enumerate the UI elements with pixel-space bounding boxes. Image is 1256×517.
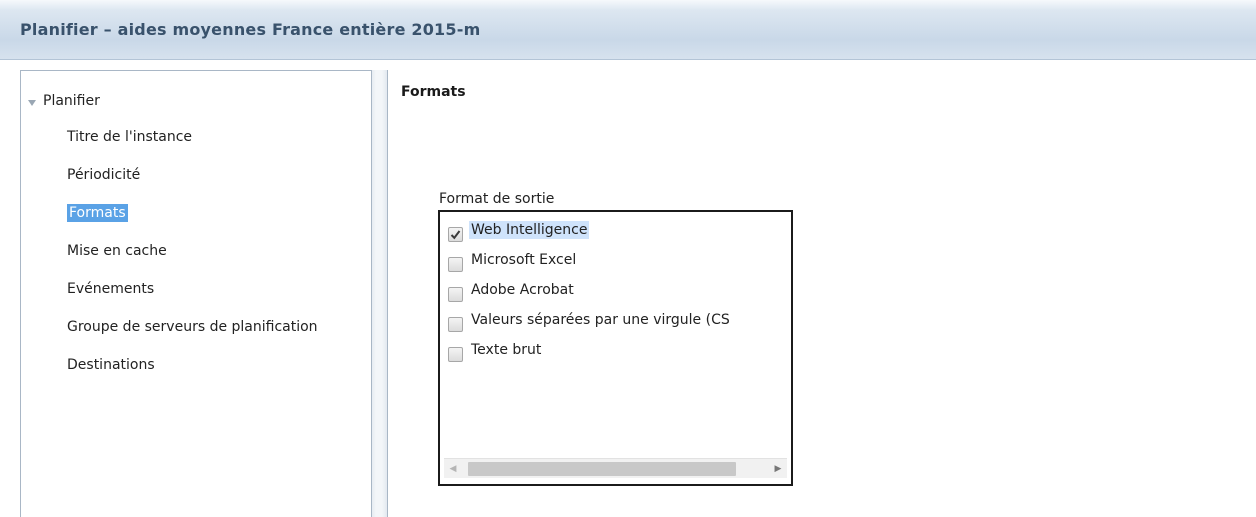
panel-splitter[interactable] bbox=[372, 70, 388, 517]
scroll-left-arrow-icon[interactable]: ◀ bbox=[444, 459, 462, 479]
tree-root-planifier[interactable]: Planifier bbox=[27, 91, 100, 111]
microsoft-excel-checkbox[interactable] bbox=[448, 257, 463, 272]
tree-item-list: Titre de l'instance Périodicité Formats … bbox=[67, 128, 318, 394]
adobe-acrobat-checkbox[interactable] bbox=[448, 287, 463, 302]
sidebar-item-mise-en-cache[interactable]: Mise en cache bbox=[67, 242, 318, 261]
sidebar-item-formats[interactable]: Formats bbox=[67, 204, 318, 223]
format-option-label: Adobe Acrobat bbox=[471, 282, 574, 298]
sidebar-item-label: Titre de l'instance bbox=[67, 129, 193, 145]
format-option-csv[interactable]: Valeurs séparées par une virgule (CS bbox=[448, 311, 732, 341]
horizontal-scrollbar[interactable]: ◀ ▶ bbox=[444, 458, 787, 478]
texte-brut-checkbox[interactable] bbox=[448, 347, 463, 362]
format-option-adobe-acrobat[interactable]: Adobe Acrobat bbox=[448, 281, 732, 311]
window-titlebar: Planifier – aides moyennes France entièr… bbox=[0, 0, 1256, 60]
sidebar-item-label: Périodicité bbox=[67, 167, 141, 183]
sidebar-item-titre-instance[interactable]: Titre de l'instance bbox=[67, 128, 318, 147]
titlebar-gap bbox=[0, 60, 1256, 70]
format-option-microsoft-excel[interactable]: Microsoft Excel bbox=[448, 251, 732, 281]
checkmark-icon bbox=[450, 230, 461, 240]
sidebar-item-label: Formats bbox=[67, 204, 128, 222]
format-option-label: Microsoft Excel bbox=[471, 252, 577, 268]
window-title: Planifier – aides moyennes France entièr… bbox=[20, 20, 481, 39]
sidebar-item-periodicite[interactable]: Périodicité bbox=[67, 166, 318, 185]
scroll-right-arrow-icon[interactable]: ▶ bbox=[769, 459, 787, 479]
format-option-label: Texte brut bbox=[471, 342, 542, 358]
sidebar-item-evenements[interactable]: Evénements bbox=[67, 280, 318, 299]
csv-checkbox[interactable] bbox=[448, 317, 463, 332]
format-option-texte-brut[interactable]: Texte brut bbox=[448, 341, 732, 371]
section-title: Formats bbox=[401, 84, 466, 100]
sidebar-item-label: Groupe de serveurs de planification bbox=[67, 319, 318, 335]
tree-root-label: Planifier bbox=[43, 93, 100, 109]
sidebar-item-destinations[interactable]: Destinations bbox=[67, 356, 318, 375]
format-option-web-intelligence[interactable]: Web Intelligence bbox=[448, 221, 732, 251]
sidebar-item-label: Destinations bbox=[67, 357, 155, 373]
sidebar-item-label: Mise en cache bbox=[67, 243, 167, 259]
expand-triangle-icon[interactable] bbox=[27, 96, 37, 106]
format-option-label: Valeurs séparées par une virgule (CS bbox=[471, 312, 730, 328]
output-format-listbox[interactable]: Web Intelligence Microsoft Excel Adobe A… bbox=[438, 210, 793, 486]
navigation-panel: Planifier Titre de l'instance Périodicit… bbox=[20, 70, 372, 517]
sidebar-item-label: Evénements bbox=[67, 281, 155, 297]
output-format-options: Web Intelligence Microsoft Excel Adobe A… bbox=[448, 221, 732, 371]
sidebar-item-groupe-serveurs[interactable]: Groupe de serveurs de planification bbox=[67, 318, 318, 337]
web-intelligence-checkbox[interactable] bbox=[448, 227, 463, 242]
output-format-label: Format de sortie bbox=[439, 191, 555, 207]
scrollbar-thumb[interactable] bbox=[468, 462, 736, 476]
content-panel: Formats Format de sortie Web Intelligenc… bbox=[389, 70, 1256, 517]
format-option-label: Web Intelligence bbox=[469, 221, 590, 239]
